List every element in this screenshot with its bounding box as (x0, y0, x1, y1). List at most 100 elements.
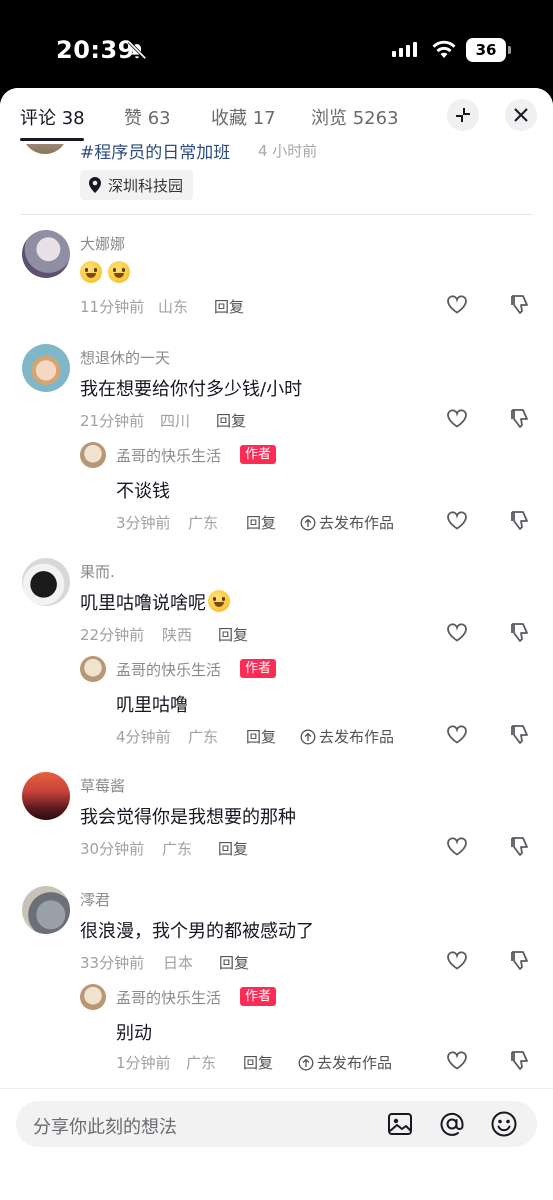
crying-emoji-icon (208, 590, 230, 612)
reply-region: 广东 (188, 514, 219, 532)
location-label: 深圳科技园 (108, 176, 184, 195)
dislike-icon[interactable] (508, 292, 532, 316)
comment-text: 叽里咕噜说啥呢 (80, 589, 236, 615)
emoji-icon[interactable] (490, 1110, 518, 1138)
comment-region: 四川 (160, 412, 191, 430)
grin-emoji-icon (80, 261, 102, 283)
comment-region: 广东 (162, 840, 193, 858)
tab-likes[interactable]: 赞 63 (124, 104, 171, 130)
collapse-icon (456, 108, 470, 122)
reply-text: 别动 (116, 1023, 152, 1044)
dislike-icon[interactable] (508, 1048, 532, 1072)
reply-button[interactable]: 回复 (246, 726, 276, 747)
dislike-icon[interactable] (508, 406, 532, 430)
status-bar: 20:39 36 (0, 0, 553, 100)
like-icon[interactable] (445, 834, 469, 858)
like-icon[interactable] (445, 508, 469, 532)
avatar[interactable] (22, 886, 70, 934)
go-publish-label: 去发布作品 (319, 514, 395, 532)
tab-favorites[interactable]: 收藏 17 (211, 104, 276, 130)
go-publish-link[interactable]: 去发布作品 (298, 1052, 392, 1073)
status-time: 20:39 (56, 36, 135, 64)
comment-username[interactable]: 大娜娜 (80, 233, 125, 254)
dislike-icon[interactable] (508, 722, 532, 746)
comment-input-bar: 分享你此刻的想法 (0, 1088, 553, 1200)
comment-username[interactable]: 澪君 (80, 889, 110, 910)
reply-region: 广东 (188, 728, 219, 746)
image-icon[interactable] (386, 1110, 414, 1138)
like-icon[interactable] (445, 620, 469, 644)
reply-region: 广东 (186, 1054, 217, 1072)
comment-time: 33分钟前 (80, 954, 145, 972)
comment-username[interactable]: 草莓酱 (80, 775, 125, 796)
comment-text-content: 叽里咕噜说啥呢 (80, 593, 206, 614)
comment-time: 22分钟前 (80, 626, 145, 644)
divider (20, 214, 533, 215)
up-arrow-circle-icon (300, 729, 316, 744)
avatar[interactable] (22, 772, 70, 820)
at-icon[interactable] (438, 1110, 466, 1138)
comment-username[interactable]: 果而. (80, 561, 115, 582)
like-icon[interactable] (445, 722, 469, 746)
reply-username[interactable]: 孟哥的快乐生活 (116, 659, 221, 680)
collapse-button[interactable] (447, 99, 479, 131)
reply-time: 3分钟前 (116, 514, 171, 532)
signal-icon (392, 42, 417, 57)
reply-button[interactable]: 回复 (216, 410, 246, 431)
author-badge: 作者 (240, 987, 277, 1006)
reply-username[interactable]: 孟哥的快乐生活 (116, 445, 221, 466)
go-publish-link[interactable]: 去发布作品 (300, 512, 394, 533)
reply-button[interactable]: 回复 (218, 624, 248, 645)
close-button[interactable] (505, 99, 537, 131)
author-badge: 作者 (240, 659, 277, 678)
go-publish-link[interactable]: 去发布作品 (300, 726, 394, 747)
dislike-icon[interactable] (508, 834, 532, 858)
reply-button[interactable]: 回复 (243, 1052, 273, 1073)
bell-slash-icon (127, 40, 147, 60)
reply-button[interactable]: 回复 (218, 838, 248, 859)
reply-username[interactable]: 孟哥的快乐生活 (116, 987, 221, 1008)
location-pin-icon (89, 177, 101, 193)
comment-username[interactable]: 想退休的一天 (80, 347, 170, 368)
tab-bar: 评论 38 赞 63 收藏 17 浏览 5263 (0, 88, 553, 144)
reply-button[interactable]: 回复 (214, 296, 244, 317)
comment-input[interactable]: 分享你此刻的想法 (16, 1101, 537, 1147)
comment-text: 很浪漫，我个男的都被感动了 (80, 921, 314, 942)
location-chip[interactable]: 深圳科技园 (80, 170, 194, 200)
avatar[interactable] (22, 230, 70, 278)
dislike-icon[interactable] (508, 948, 532, 972)
tab-indicator (20, 138, 84, 141)
comment-region: 山东 (158, 298, 189, 316)
comments-sheet: 评论 38 赞 63 收藏 17 浏览 5263 #程序员的日常加班 4 小时前 (0, 88, 553, 1200)
up-arrow-circle-icon (300, 515, 316, 530)
close-icon (514, 108, 528, 122)
comment-region: 陕西 (162, 626, 193, 644)
battery-icon: 36 (466, 38, 511, 62)
reply-time: 1分钟前 (116, 1054, 171, 1072)
avatar[interactable] (80, 442, 106, 468)
dislike-icon[interactable] (508, 620, 532, 644)
dislike-icon[interactable] (508, 508, 532, 532)
avatar[interactable] (80, 984, 106, 1010)
tab-comments[interactable]: 评论 38 (20, 104, 85, 130)
comment-text: 我在想要给你付多少钱/小时 (80, 379, 303, 400)
comment-time: 21分钟前 (80, 412, 145, 430)
reply-button[interactable]: 回复 (219, 952, 249, 973)
like-icon[interactable] (445, 292, 469, 316)
reply-button[interactable]: 回复 (246, 512, 276, 533)
like-icon[interactable] (445, 406, 469, 430)
reply-text: 不谈钱 (116, 481, 170, 502)
avatar[interactable] (22, 558, 70, 606)
tab-views[interactable]: 浏览 5263 (311, 104, 399, 130)
comment-input-placeholder: 分享你此刻的想法 (33, 1117, 177, 1138)
comment-text: 我会觉得你是我想要的那种 (80, 807, 296, 828)
avatar[interactable] (22, 344, 70, 392)
avatar[interactable] (80, 656, 106, 682)
comment-region: 日本 (163, 954, 194, 972)
like-icon[interactable] (445, 1048, 469, 1072)
go-publish-label: 去发布作品 (317, 1054, 393, 1072)
reply-text: 叽里咕噜 (116, 695, 188, 716)
like-icon[interactable] (445, 948, 469, 972)
comment-time: 30分钟前 (80, 840, 145, 858)
grin-emoji-icon (108, 261, 130, 283)
